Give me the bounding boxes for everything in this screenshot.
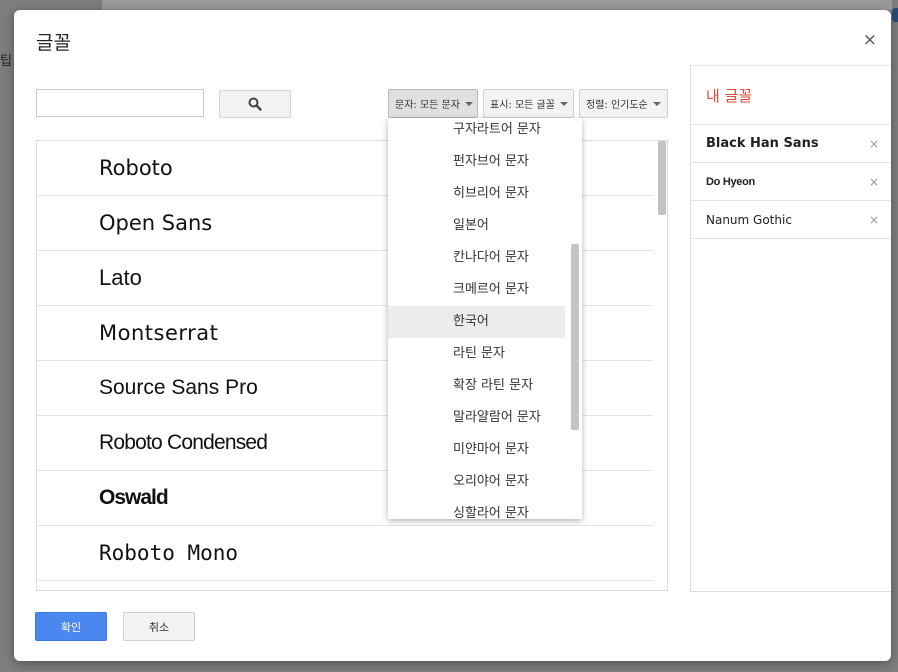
my-font-name: Black Han Sans	[706, 136, 819, 151]
my-fonts-panel: 내 글꼴 Black Han Sans × Do Hyeon × Nanum G…	[690, 65, 891, 592]
menu-items: 구자라트어 문자 펀자브어 문자 히브리어 문자 일본어 칸나다어 문자 크메르…	[388, 118, 582, 519]
menu-item-myanmar[interactable]: 미얀마어 문자	[388, 434, 565, 466]
remove-icon[interactable]: ×	[869, 175, 879, 189]
sort-label: 정렬: 인기도순	[586, 100, 648, 111]
my-font-name: Nanum Gothic	[706, 212, 792, 227]
script-filter-dropdown[interactable]: 문자: 모든 문자	[388, 89, 478, 118]
menu-item-hebrew[interactable]: 히브리어 문자	[388, 178, 565, 210]
my-font-name: Do Hyeon	[706, 175, 755, 188]
remove-icon[interactable]: ×	[869, 213, 879, 227]
my-font-item: Nanum Gothic ×	[691, 200, 891, 239]
remove-icon[interactable]: ×	[869, 137, 879, 151]
chevron-down-icon	[652, 101, 661, 106]
menu-item-oriya[interactable]: 오리야어 문자	[388, 466, 565, 498]
my-font-item: Do Hyeon ×	[691, 162, 891, 200]
menu-item-latin[interactable]: 라틴 문자	[388, 338, 565, 370]
chevron-down-icon	[464, 101, 473, 106]
close-icon[interactable]: ×	[863, 30, 877, 50]
my-fonts-title: 내 글꼴	[706, 87, 753, 105]
chevron-down-icon	[559, 101, 568, 106]
background-app	[102, 0, 892, 10]
my-fonts-list: Black Han Sans × Do Hyeon × Nanum Gothic…	[691, 124, 891, 239]
ok-button[interactable]: 확인	[35, 612, 107, 641]
search-button[interactable]	[219, 90, 291, 118]
font-list-scrollbar[interactable]	[653, 141, 667, 590]
background-indicator	[892, 8, 898, 22]
menu-item-sinhala[interactable]: 싱할라어 문자	[388, 498, 565, 519]
search-input[interactable]	[36, 89, 204, 117]
menu-item-khmer[interactable]: 크메르어 문자	[388, 274, 565, 306]
script-filter-label: 문자: 모든 문자	[395, 100, 460, 111]
scrollbar-thumb[interactable]	[658, 141, 666, 215]
menu-item-malayalam[interactable]: 말라얄람어 문자	[388, 402, 565, 434]
menu-item-gurmukhi[interactable]: 펀자브어 문자	[388, 146, 565, 178]
background-edge-text: 팁	[0, 54, 12, 69]
search-icon	[248, 97, 262, 111]
font-row-roboto-mono[interactable]: Roboto Mono	[37, 526, 654, 581]
menu-item-kannada[interactable]: 칸나다어 문자	[388, 242, 565, 274]
sort-dropdown[interactable]: 정렬: 인기도순	[579, 89, 668, 118]
menu-item-gujarati[interactable]: 구자라트어 문자	[388, 118, 565, 146]
cancel-button[interactable]: 취소	[123, 612, 195, 641]
menu-item-latin-ext[interactable]: 확장 라틴 문자	[388, 370, 565, 402]
show-filter-dropdown[interactable]: 표시: 모든 글꼴	[483, 89, 574, 118]
script-dropdown-menu: 구자라트어 문자 펀자브어 문자 히브리어 문자 일본어 칸나다어 문자 크메르…	[388, 118, 582, 519]
menu-scrollbar-thumb[interactable]	[571, 244, 579, 430]
font-dialog: 글꼴 × 문자: 모든 문자 표시: 모든 글꼴 정렬: 인기도순 Roboto…	[14, 10, 891, 661]
menu-item-japanese[interactable]: 일본어	[388, 210, 565, 242]
my-font-item: Black Han Sans ×	[691, 124, 891, 162]
dialog-title: 글꼴	[36, 32, 71, 54]
menu-item-korean[interactable]: 한국어	[388, 306, 565, 338]
show-filter-label: 표시: 모든 글꼴	[490, 100, 555, 111]
